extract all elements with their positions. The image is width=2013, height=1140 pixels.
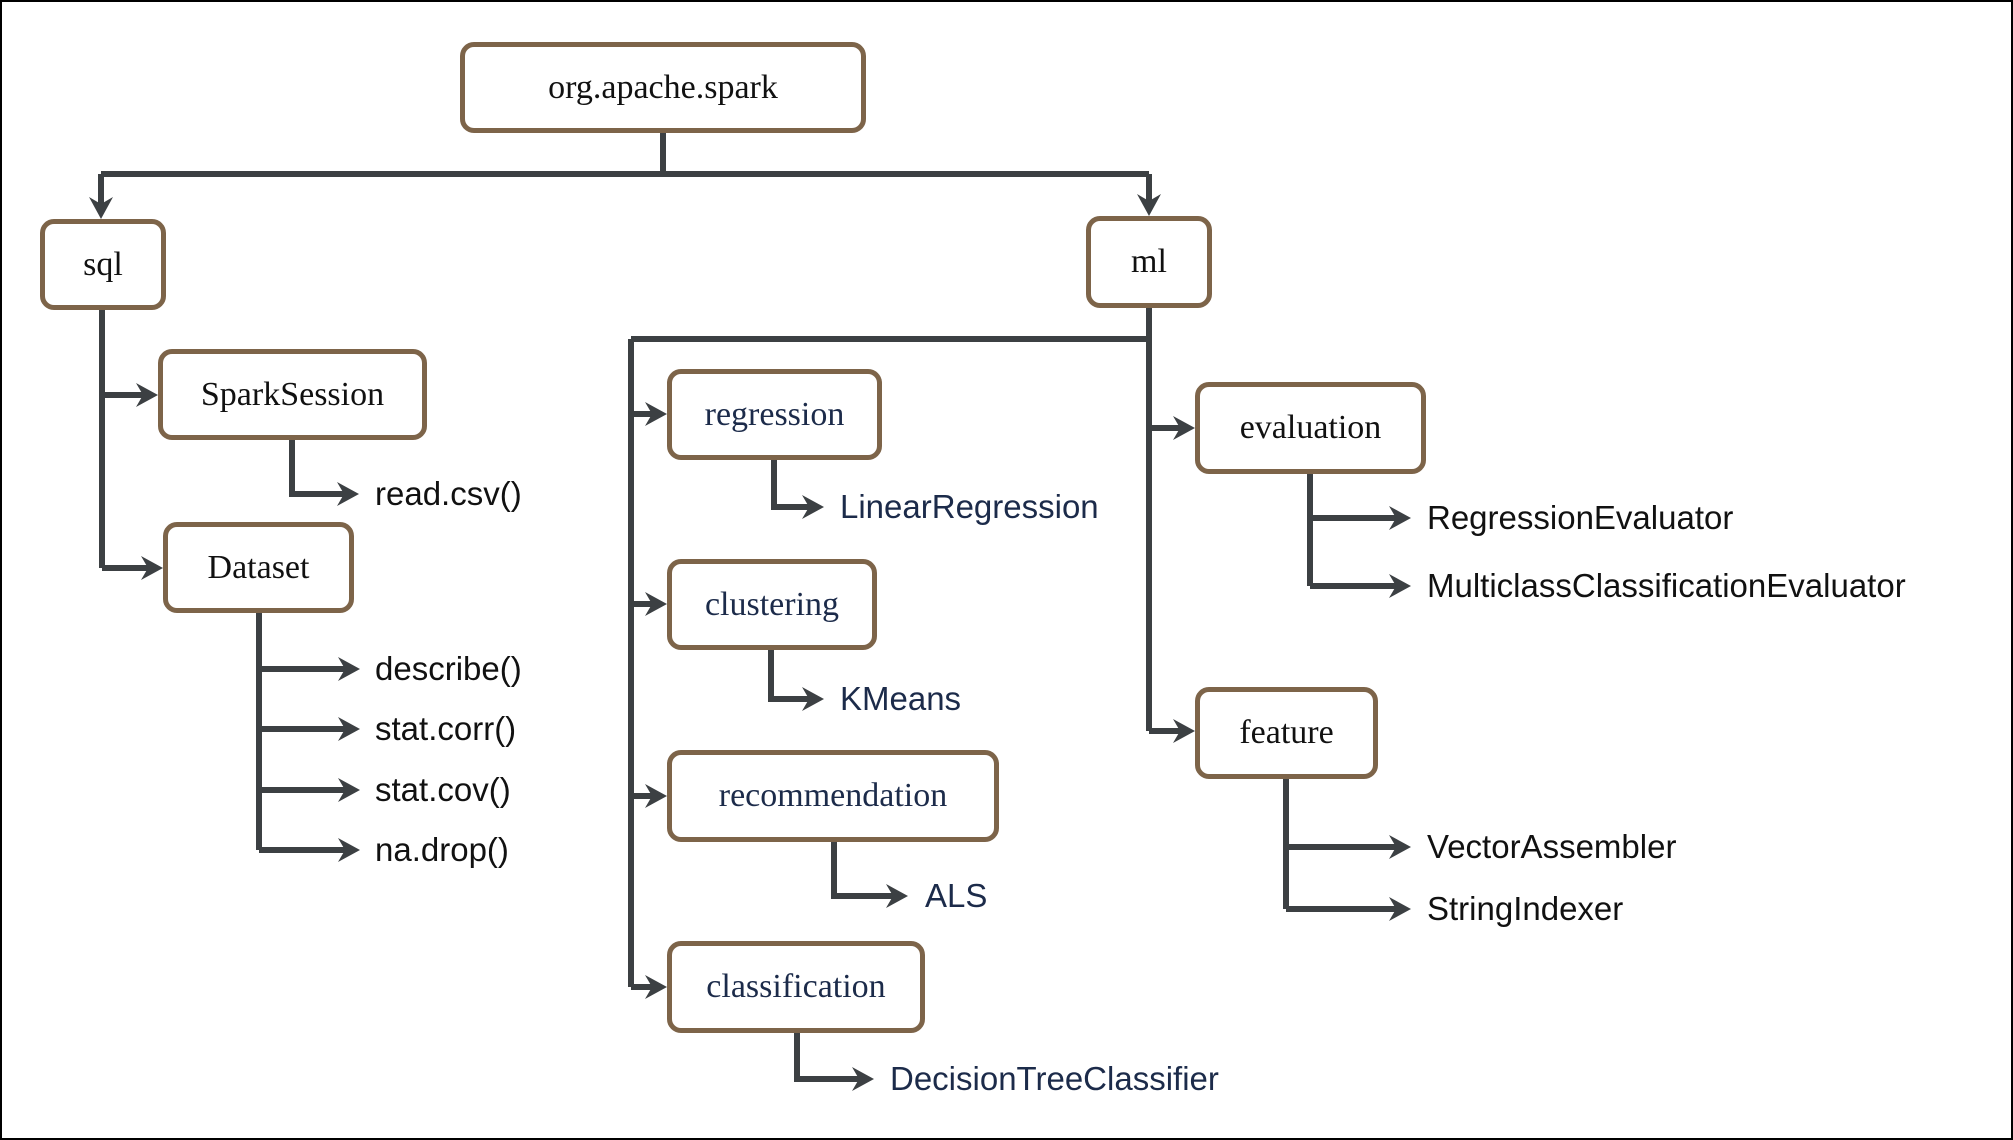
node-evaluation: evaluation	[1195, 382, 1426, 474]
node-feature: feature	[1195, 687, 1378, 779]
node-classification: classification	[667, 941, 925, 1033]
node-ml: ml	[1086, 216, 1212, 308]
class-vector-assembler: VectorAssembler	[1427, 828, 1677, 865]
method-na-drop: na.drop()	[375, 831, 509, 868]
class-string-indexer: StringIndexer	[1427, 890, 1624, 927]
class-decision-tree-classifier: DecisionTreeClassifier	[890, 1060, 1219, 1097]
class-kmeans: KMeans	[840, 680, 962, 717]
node-sparksession: SparkSession	[158, 349, 427, 440]
class-linear-regression: LinearRegression	[840, 488, 1099, 525]
to-read-csv-line	[289, 440, 347, 497]
class-regression-evaluator: RegressionEvaluator	[1427, 499, 1734, 536]
to-decision-tree-line	[794, 1033, 862, 1082]
method-read-csv: read.csv()	[375, 475, 522, 512]
method-stat-corr: stat.corr()	[375, 710, 517, 747]
class-als: ALS	[925, 877, 988, 914]
to-als-line	[831, 842, 896, 899]
node-sql: sql	[40, 219, 166, 310]
node-org-apache-spark: org.apache.spark	[460, 42, 866, 133]
method-describe: describe()	[375, 650, 522, 687]
package-hierarchy-diagram: org.apache.spark sql SparkSession read.c…	[0, 0, 2013, 1140]
node-dataset: Dataset	[163, 522, 354, 613]
node-regression: regression	[667, 369, 882, 460]
method-stat-cov: stat.cov()	[375, 771, 511, 808]
node-clustering: clustering	[667, 559, 877, 650]
class-multiclass-classification-evaluator: MulticlassClassificationEvaluator	[1427, 567, 1906, 604]
node-recommendation: recommendation	[667, 750, 999, 842]
